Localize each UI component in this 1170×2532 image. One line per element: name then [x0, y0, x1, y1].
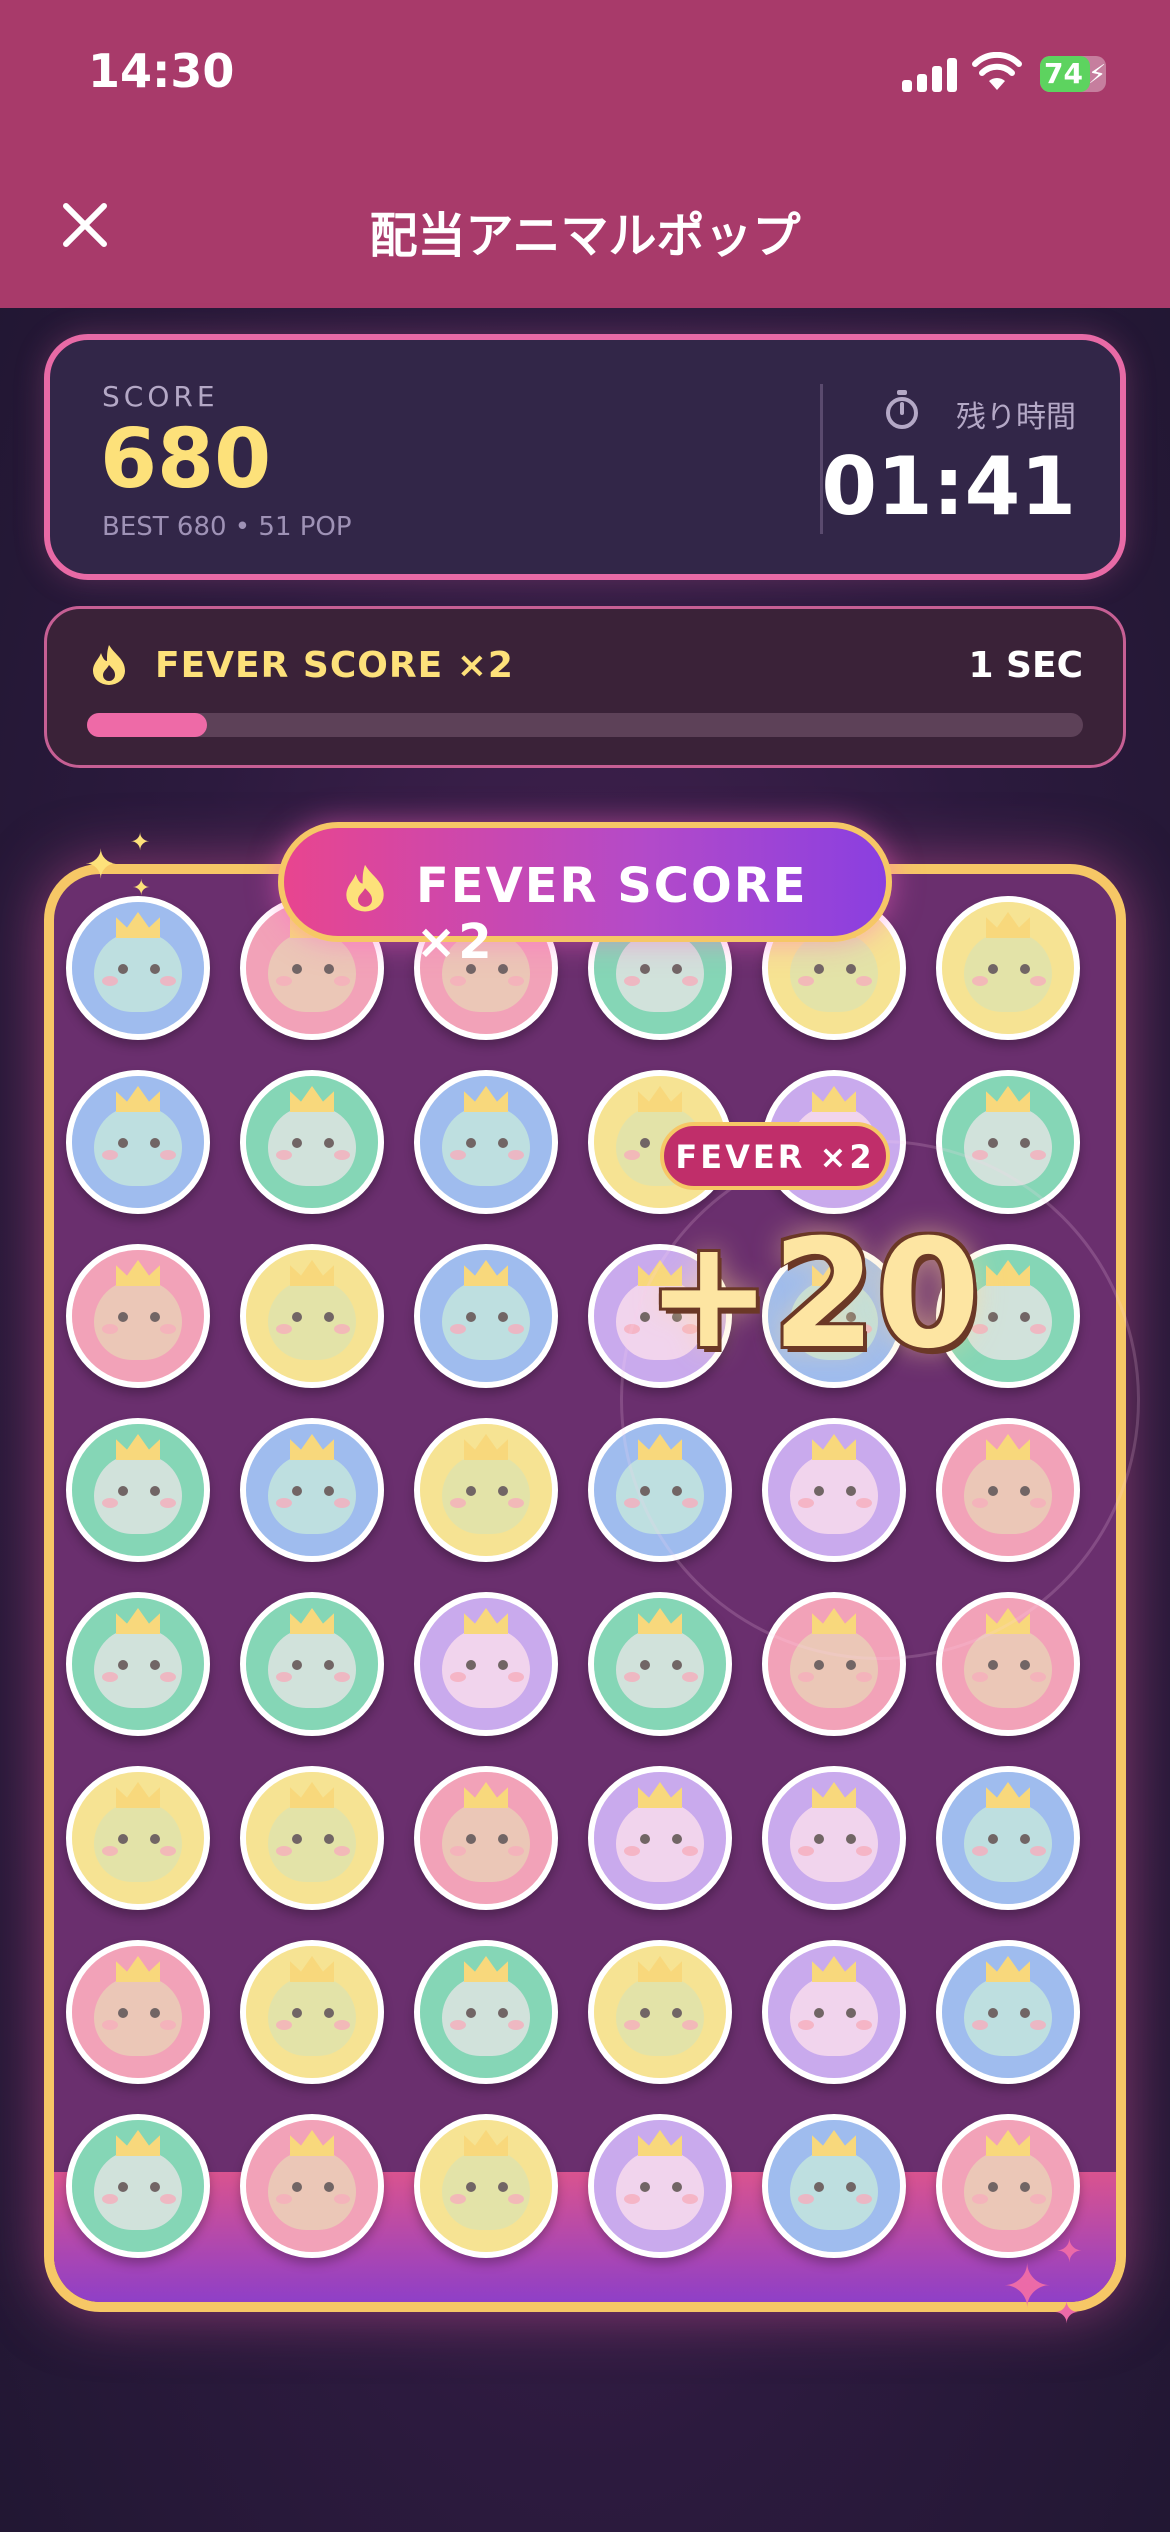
sparkle-icon: ✦	[132, 876, 151, 901]
fever-progress-bar	[87, 713, 1083, 737]
tile-veil	[942, 902, 1074, 1034]
fever-multiplier-label: FEVER SCORE ×2	[155, 645, 514, 686]
tile-capybara[interactable]	[414, 1418, 558, 1562]
tile-veil	[420, 1250, 552, 1382]
tile-lion[interactable]	[762, 1940, 906, 2084]
tile-lion[interactable]	[588, 2114, 732, 2258]
score-value: 680	[100, 412, 272, 507]
tile-veil	[246, 1946, 378, 2078]
wifi-icon	[972, 52, 1022, 90]
sparkle-icon: ✦	[1056, 2232, 1083, 2270]
tile-veil	[942, 2120, 1074, 2252]
flame-icon	[346, 864, 384, 912]
status-time: 14:30	[88, 44, 235, 98]
tile-veil	[768, 1946, 900, 2078]
tile-squirrel[interactable]	[414, 1244, 558, 1388]
tile-veil	[72, 1250, 204, 1382]
fever-status-card: FEVER SCORE ×2 1 SEC	[44, 606, 1126, 768]
tile-squirrel[interactable]	[66, 896, 210, 1040]
tile-veil	[420, 1076, 552, 1208]
tile-capybara[interactable]	[414, 2114, 558, 2258]
battery-percent: 74	[1044, 57, 1083, 90]
fever-banner: FEVER SCORE ×2	[278, 822, 892, 970]
tile-capybara[interactable]	[66, 1766, 210, 1910]
sparkle-icon: ✦	[1002, 2252, 1053, 2322]
score-card: SCORE 680 BEST 680 • 51 POP 残り時間 01:41	[44, 334, 1126, 580]
score-label: SCORE	[102, 380, 219, 413]
tile-lion[interactable]	[588, 1766, 732, 1910]
tile-veil	[420, 1946, 552, 2078]
cellular-signal-icon	[902, 58, 958, 92]
tile-squirrel[interactable]	[240, 1418, 384, 1562]
tile-elephant[interactable]	[66, 1418, 210, 1562]
tile-veil	[942, 1946, 1074, 2078]
tile-elephant[interactable]	[240, 1592, 384, 1736]
fever-banner-text: FEVER SCORE ×2	[416, 858, 808, 970]
tile-lion[interactable]	[414, 1592, 558, 1736]
stopwatch-icon	[886, 390, 918, 429]
page-title: 配当アニマルポップ	[369, 208, 801, 264]
fever-multiplier-chip: FEVER ×2	[660, 1122, 890, 1190]
tile-lion[interactable]	[762, 1766, 906, 1910]
tile-shiba[interactable]	[414, 1766, 558, 1910]
status-bar: 14:30 74 ⚡	[0, 0, 1170, 150]
points-earned-popup: +20	[646, 1208, 981, 1382]
tile-veil	[246, 2120, 378, 2252]
tile-veil	[420, 1598, 552, 1730]
tile-veil	[72, 1598, 204, 1730]
tile-elephant[interactable]	[240, 1070, 384, 1214]
tile-capybara[interactable]	[936, 896, 1080, 1040]
tile-squirrel[interactable]	[414, 1070, 558, 1214]
tile-elephant[interactable]	[66, 1592, 210, 1736]
tile-veil	[246, 1250, 378, 1382]
tile-capybara[interactable]	[240, 1940, 384, 2084]
best-and-pop-count: BEST 680 • 51 POP	[102, 512, 352, 542]
charging-bolt-icon: ⚡	[1088, 60, 1107, 90]
time-remaining-label: 残り時間	[956, 400, 1076, 435]
tile-veil	[246, 1076, 378, 1208]
tile-elephant[interactable]	[66, 2114, 210, 2258]
tile-squirrel[interactable]	[936, 1940, 1080, 2084]
tile-shiba[interactable]	[240, 2114, 384, 2258]
tile-veil	[594, 1598, 726, 1730]
tile-veil	[246, 1772, 378, 1904]
tile-veil	[72, 2120, 204, 2252]
tile-squirrel[interactable]	[66, 1070, 210, 1214]
flame-icon	[93, 645, 125, 685]
tile-veil	[594, 1946, 726, 2078]
sparkle-icon: ✦	[130, 828, 151, 856]
tile-elephant[interactable]	[588, 1592, 732, 1736]
tile-veil	[72, 1076, 204, 1208]
sparkle-icon: ✦	[1054, 2296, 1080, 2331]
fever-seconds-remaining: 1 SEC	[968, 645, 1083, 686]
tile-veil	[942, 1772, 1074, 1904]
tile-veil	[420, 2120, 552, 2252]
tile-squirrel[interactable]	[936, 1766, 1080, 1910]
tile-veil	[246, 1598, 378, 1730]
game-screen: 14:30 74 ⚡ 配当アニマルポップ SCORE 680 BEST 680 …	[0, 0, 1170, 2532]
tile-veil	[72, 1424, 204, 1556]
tile-elephant[interactable]	[414, 1940, 558, 2084]
tile-capybara[interactable]	[240, 1766, 384, 1910]
tile-veil	[72, 1946, 204, 2078]
fever-progress-fill	[87, 713, 207, 737]
tile-veil	[72, 1772, 204, 1904]
tile-veil	[246, 1424, 378, 1556]
tile-veil	[420, 1424, 552, 1556]
tile-veil	[594, 1772, 726, 1904]
tile-capybara[interactable]	[240, 1244, 384, 1388]
sparkle-icon: ✦	[84, 842, 118, 888]
tile-capybara[interactable]	[588, 1940, 732, 2084]
tile-shiba[interactable]	[66, 1940, 210, 2084]
tile-shiba[interactable]	[66, 1244, 210, 1388]
tile-veil	[420, 1772, 552, 1904]
tile-veil	[594, 2120, 726, 2252]
time-remaining-value: 01:41	[821, 440, 1076, 533]
tile-squirrel[interactable]	[762, 2114, 906, 2258]
tile-veil	[768, 1772, 900, 1904]
tile-veil	[768, 2120, 900, 2252]
tile-veil	[72, 902, 204, 1034]
app-header: 14:30 74 ⚡ 配当アニマルポップ	[0, 0, 1170, 308]
